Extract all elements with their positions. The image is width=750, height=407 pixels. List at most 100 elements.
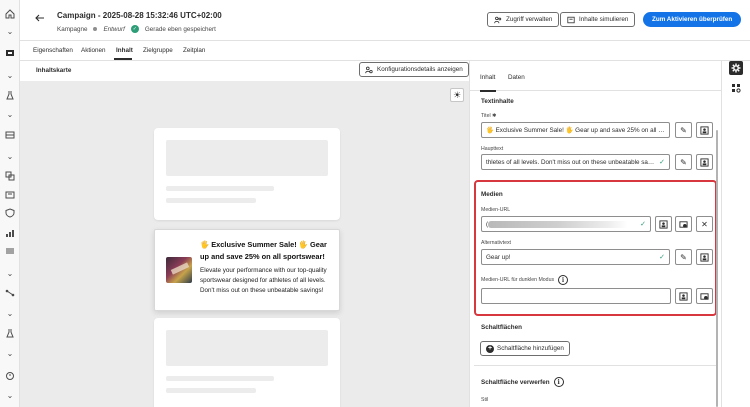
checkmark-icon: ✓ [659,254,665,261]
chart-icon[interactable] [4,227,16,239]
skeleton-line [166,376,274,381]
personalize-button[interactable] [696,154,713,170]
personalize-icon [700,252,709,262]
panel-tab-daten[interactable]: Daten [508,74,525,81]
skeleton-block [166,140,328,176]
simulate-content-button[interactable]: Inhalte simulieren [560,12,636,27]
title-label-text: Titel [481,113,491,119]
personalize-button[interactable] [696,249,713,265]
show-config-details-button[interactable]: Konfigurationsdetails anzeigen [359,62,469,77]
chevron-down-icon[interactable]: ⌄ [4,26,16,38]
add-button-button[interactable]: + Schaltfläche hinzufügen [480,341,570,356]
campaign-icon[interactable] [4,47,16,59]
dismiss-button-heading: Schaltfläche verwerfen i [481,377,564,387]
fragments-icon[interactable] [4,170,16,182]
personalize-button[interactable] [675,288,692,304]
flask-icon[interactable] [4,327,16,339]
dark-mode-url-field[interactable] [481,288,671,304]
campaign-type-label: Kampagne [57,25,88,33]
flask-icon[interactable] [4,89,16,101]
personalize-button[interactable] [655,216,672,232]
sun-icon[interactable]: ☀ [450,88,464,102]
content-canvas: ☀ 🖐 Exclusive Summer Sale! 🖐 Gear up and… [20,81,469,407]
tab-inhalt[interactable]: Inhalt [116,47,133,54]
close-icon: ✕ [701,219,708,229]
properties-panel: Inhalt Daten Textinhalte Titel ✱ 🖐 Exclu… [469,61,722,407]
show-config-details-label: Konfigurationsdetails anzeigen [377,66,463,73]
tab-aktionen[interactable]: Aktionen [81,47,106,54]
ai-assistant-button[interactable]: ✎ [675,122,692,138]
personalize-icon [659,219,668,229]
home-icon[interactable] [4,8,16,20]
ai-assistant-button[interactable]: ✎ [675,249,692,265]
chevron-down-icon[interactable]: ⌄ [4,390,16,402]
dismiss-button-heading-text: Schaltfläche verwerfen [481,378,550,386]
tab-zielgruppe[interactable]: Zielgruppe [143,47,173,54]
connection-icon[interactable] [4,287,16,299]
magic-wand-icon: ✎ [680,157,687,167]
component-settings-icon[interactable] [729,81,743,95]
text-content-heading: Textinhalte [481,98,514,105]
manage-access-label: Zugriff verwalten [506,16,553,23]
chevron-down-icon[interactable]: ⌄ [4,70,16,82]
list-icon[interactable] [4,245,16,257]
simulate-icon [567,16,575,23]
body-field[interactable]: thletes of all levels. Don't miss out on… [481,154,670,170]
info-icon[interactable]: i [558,275,569,285]
gear-icon[interactable] [729,61,743,75]
panel-scrollbar[interactable] [716,130,718,407]
media-heading: Medien [481,191,503,198]
title-field-value: 🖐 Exclusive Summer Sale! 🖐 Gear up and s… [486,127,665,134]
placeholder-card-bottom [154,318,340,407]
panel-tabs: Inhalt Daten [470,61,722,91]
redacted-url [488,220,629,228]
review-activate-label: Zum Aktivieren überprüfen [652,16,733,23]
checkmark-icon: ✓ [659,159,665,166]
ai-assistant-button[interactable]: ✎ [675,154,692,170]
campaign-meta: Kampagne Entwurf ✓ Gerade eben gespeiche… [57,25,216,33]
history-icon[interactable] [4,370,16,382]
message-image [166,257,192,283]
left-nav-rail: ⌄ ⌄ ⌄ ⌄ ⌄ ⌄ ⌄ ⌄ [0,0,20,407]
status-dot-icon [93,27,98,31]
magic-wand-icon: ✎ [680,125,687,135]
shield-icon[interactable] [4,207,16,219]
dark-mode-url-label: Medien-URL für dunklen Modus i [481,275,569,285]
alt-text-value: Gear up! [486,253,511,261]
media-url-field[interactable]: ( ✓ [481,216,651,232]
chevron-down-icon[interactable]: ⌄ [4,109,16,121]
select-asset-button[interactable] [696,288,713,304]
arrow-left-icon[interactable] [34,12,46,24]
templates-icon[interactable] [4,189,16,201]
skeleton-line [166,388,256,393]
config-icon [365,66,373,73]
checkmark-icon: ✓ [640,221,646,228]
buttons-heading: Schaltflächen [481,324,522,331]
active-panel-tab-indicator [480,90,496,92]
review-activate-button[interactable]: Zum Aktivieren überprüfen [643,12,742,27]
media-url-label: Medien-URL [481,207,511,213]
personalize-icon [700,125,709,135]
add-button-label: Schaltfläche hinzufügen [497,345,564,352]
in-app-message-card[interactable]: 🖐 Exclusive Summer Sale! 🖐 Gear up and s… [154,229,340,311]
section-divider [474,365,718,366]
personalize-button[interactable] [696,122,713,138]
chevron-down-icon[interactable]: ⌄ [4,308,16,320]
tab-zeitplan[interactable]: Zeitplan [183,47,205,54]
skeleton-block [166,330,328,366]
chevron-down-icon[interactable]: ⌄ [4,151,16,163]
chevron-down-icon[interactable]: ⌄ [4,348,16,360]
info-icon[interactable]: i [553,377,564,387]
chevron-down-icon[interactable]: ⌄ [4,268,16,280]
manage-access-button[interactable]: Zugriff verwalten [487,12,560,27]
title-field[interactable]: 🖐 Exclusive Summer Sale! 🖐 Gear up and s… [481,122,670,138]
select-asset-button[interactable] [675,216,692,232]
panel-tab-inhalt[interactable]: Inhalt [480,74,495,81]
body-field-value: thletes of all levels. Don't miss out on… [486,158,657,166]
tab-eigenschaften[interactable]: Eigenschaften [33,47,73,54]
clear-button[interactable]: ✕ [696,216,713,232]
table-icon[interactable] [4,129,16,141]
magic-wand-icon: ✎ [680,252,687,262]
alt-text-field[interactable]: Gear up! ✓ [481,249,670,265]
save-status: Gerade eben gespeichert [144,25,216,33]
